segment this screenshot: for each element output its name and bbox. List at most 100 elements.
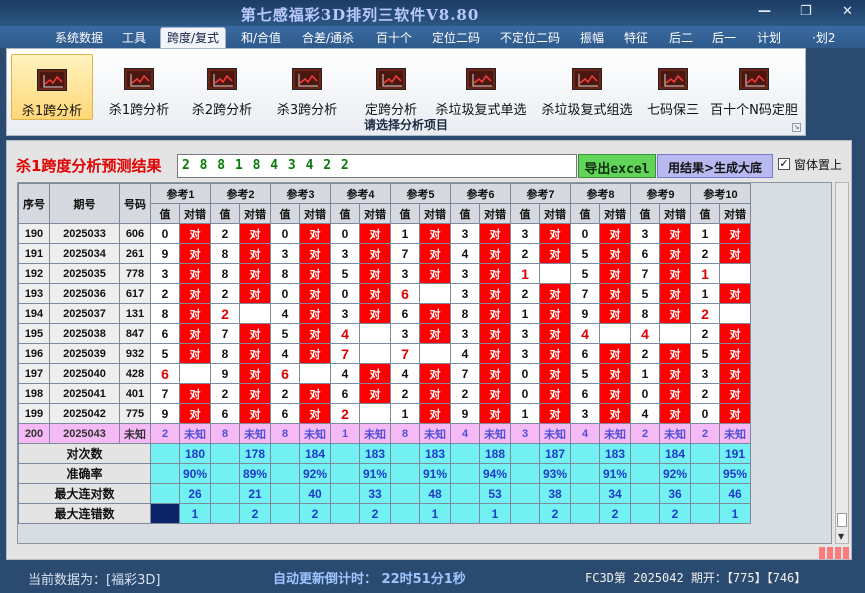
menu-item-3[interactable]: 和/合值 xyxy=(241,29,281,46)
stat-blank xyxy=(510,443,540,464)
pending-row[interactable]: 200 2025043 未知 2 未知 8 未知 8 未知 1 未知 8 未知 4 未知 3 未知 4 未知 2 未知 2… xyxy=(18,423,751,444)
cell-value: 6 xyxy=(270,403,300,424)
cell-value: 2 xyxy=(210,283,240,304)
stat-value: 53 xyxy=(479,483,511,504)
stat-value: 184 xyxy=(659,443,691,464)
table-row[interactable]: 194 2025037 131 8 对 2 4 对 3 对 6 对 8 对 1 对 9 对 8 对 2 xyxy=(18,303,751,324)
cell-miss xyxy=(419,283,451,304)
cell-correct: 对 xyxy=(659,403,691,424)
close-icon[interactable]: ✕ xyxy=(842,4,853,19)
table-row[interactable]: 191 2025034 261 9 对 8 对 3 对 3 对 7 对 4 对 2 对 5 对 6 对 2 对 xyxy=(18,243,751,264)
cell-value: 7 xyxy=(210,323,240,344)
table-row[interactable]: 196 2025039 932 5 对 8 对 4 对 7 7 4 对 3 对 6 对 2 对 5 对 xyxy=(18,343,751,364)
cell-value: 4 xyxy=(570,423,600,444)
row-number: 401 xyxy=(119,383,151,404)
stat-value: 178 xyxy=(239,443,271,464)
row-period: 2025041 xyxy=(49,383,120,404)
scroll-down-icon[interactable]: ▼ xyxy=(838,532,844,541)
row-seq: 193 xyxy=(18,283,50,304)
cell-correct: 对 xyxy=(719,363,751,384)
restore-icon[interactable]: ❐ xyxy=(800,4,812,19)
menu-bar: 系统数据 工具 跨度/复式 和/合值 合差/通杀 百十个 定位二码 不定位二码 振幅 特征 后二 后一… xyxy=(0,26,865,48)
table-row[interactable]: 195 2025038 847 6 对 7 对 5 对 4 3 对 3 对 3 对 4 4 2 对 xyxy=(18,323,751,344)
menu-item-1[interactable]: 工具 xyxy=(122,29,146,46)
menu-item-8[interactable]: 振幅 xyxy=(580,29,604,46)
cell-value: 4 xyxy=(270,343,300,364)
cell-value: 6 xyxy=(570,383,600,404)
menu-item-4[interactable]: 合差/通杀 xyxy=(302,29,354,46)
menu-item-12[interactable]: 计划 xyxy=(757,29,781,46)
menu-item-13[interactable]: ·划2 xyxy=(812,29,835,46)
cell-value: 1 xyxy=(390,403,420,424)
cell-value: 2 xyxy=(390,383,420,404)
cell-correct: 对 xyxy=(299,383,331,404)
row-seq: 200 xyxy=(18,423,50,444)
menu-item-7[interactable]: 不定位二码 xyxy=(500,29,560,46)
stat-value: 183 xyxy=(419,443,451,464)
stat-blank xyxy=(510,503,540,524)
menu-item-11[interactable]: 后一 xyxy=(712,29,736,46)
row-number: 775 xyxy=(119,403,151,424)
cell-miss xyxy=(359,323,391,344)
ribbon-button-0[interactable]: 杀1跨分析 xyxy=(11,54,93,120)
cell-correct: 对 xyxy=(359,303,391,324)
cell-correct: 对 xyxy=(179,243,211,264)
cell-value: 6 xyxy=(570,343,600,364)
cell-correct: 对 xyxy=(599,383,631,404)
stat-blank xyxy=(210,463,240,484)
stat-value: 91% xyxy=(419,463,451,484)
cell-value: 2 xyxy=(690,303,720,324)
menu-item-0[interactable]: 系统数据 xyxy=(55,29,103,46)
cell-value: 8 xyxy=(390,423,420,444)
topmost-checkbox[interactable]: ✓ xyxy=(778,158,790,170)
table-row[interactable]: 190 2025033 606 0 对 2 对 0 对 0 对 1 对 3 对 3 对 0 对 3 对 1 对 xyxy=(18,223,751,244)
dialog-launcher-icon[interactable]: ↘ xyxy=(792,123,801,132)
table-row[interactable]: 199 2025042 775 9 对 6 对 6 对 2 1 对 9 对 1 对 3 对 4 对 0 对 xyxy=(18,403,751,424)
result-field[interactable]: 2 8 8 1 8 4 3 4 2 2 xyxy=(177,154,577,178)
cell-value: 2 xyxy=(150,423,180,444)
ribbon-button-1[interactable]: 杀1跨分析 xyxy=(99,54,179,120)
ribbon-button-5[interactable]: 杀垃圾复式单选 xyxy=(429,54,533,120)
table-row[interactable]: 193 2025036 617 2 对 2 对 0 对 0 对 6 3 对 2 对 7 对 5 对 1 对 xyxy=(18,283,751,304)
row-seq: 192 xyxy=(18,263,50,284)
cell-correct: 对 xyxy=(239,343,271,364)
menu-item-10[interactable]: 后二 xyxy=(669,29,693,46)
stat-value: 92% xyxy=(299,463,331,484)
ribbon-button-6[interactable]: 杀垃圾复式组选 xyxy=(535,54,639,120)
cell-value: 2 xyxy=(690,243,720,264)
resize-grip[interactable] xyxy=(819,547,849,559)
vertical-scrollbar[interactable]: ▼ xyxy=(835,182,849,544)
cell-status: 未知 xyxy=(299,423,331,444)
cell-value: 2 xyxy=(510,243,540,264)
stat-value: 1 xyxy=(179,503,211,524)
ribbon-button-3[interactable]: 杀3跨分析 xyxy=(265,54,349,120)
export-excel-button[interactable]: 导出excel xyxy=(578,154,656,178)
ribbon-button-2[interactable]: 杀2跨分析 xyxy=(181,54,263,120)
ribbon-button-7[interactable]: 七码保三 xyxy=(641,54,705,120)
latest-draw-info: FC3D第 2025042 期开：【775】【746】 xyxy=(585,571,807,585)
menu-item-2[interactable]: 跨度/复式 xyxy=(160,27,227,48)
stat-value: 2 xyxy=(239,503,271,524)
cell-value: 9 xyxy=(570,303,600,324)
menu-item-6[interactable]: 定位二码 xyxy=(432,29,480,46)
cell-correct: 对 xyxy=(239,243,271,264)
stat-value: 36 xyxy=(659,483,691,504)
cell-value: 1 xyxy=(510,303,540,324)
cell-status: 未知 xyxy=(239,423,271,444)
table-row[interactable]: 197 2025040 428 6 9 对 6 4 对 4 对 7 对 0 对 5 对 1 对 3 对 xyxy=(18,363,751,384)
ribbon-button-8[interactable]: 百十个N码定胆 xyxy=(707,54,801,120)
generate-base-button[interactable]: 用结果>生成大底 xyxy=(657,154,773,178)
header-period: 期号 xyxy=(49,183,120,224)
table-row[interactable]: 198 2025041 401 7 对 2 对 2 对 6 对 2 对 2 对 0 对 6 对 0 对 2 对 xyxy=(18,383,751,404)
stat-value: 2 xyxy=(539,503,571,524)
menu-item-5[interactable]: 百十个 xyxy=(376,29,412,46)
ribbon-button-label: 杀垃圾复式单选 xyxy=(435,103,527,118)
cell-miss xyxy=(599,323,631,344)
cell-value: 0 xyxy=(510,363,540,384)
menu-item-9[interactable]: 特征 xyxy=(624,29,648,46)
table-row[interactable]: 192 2025035 778 3 对 8 对 8 对 5 对 3 对 3 对 1 5 对 7 对 1 xyxy=(18,263,751,284)
minimize-icon[interactable]: — xyxy=(758,4,771,19)
ribbon-button-4[interactable]: 定跨分析 xyxy=(353,54,429,120)
scrollbar-thumb[interactable] xyxy=(837,513,847,527)
cell-value: 2 xyxy=(690,423,720,444)
